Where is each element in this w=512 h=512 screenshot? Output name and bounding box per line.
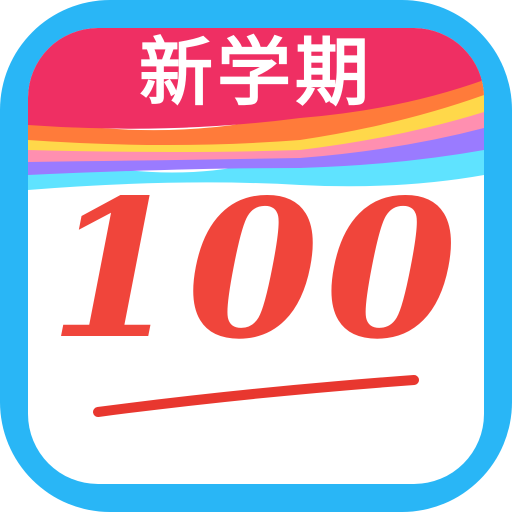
banner-title: 新学期: [139, 30, 373, 116]
app-icon[interactable]: 新学期 100: [0, 0, 512, 512]
score-text: 100: [48, 158, 464, 381]
